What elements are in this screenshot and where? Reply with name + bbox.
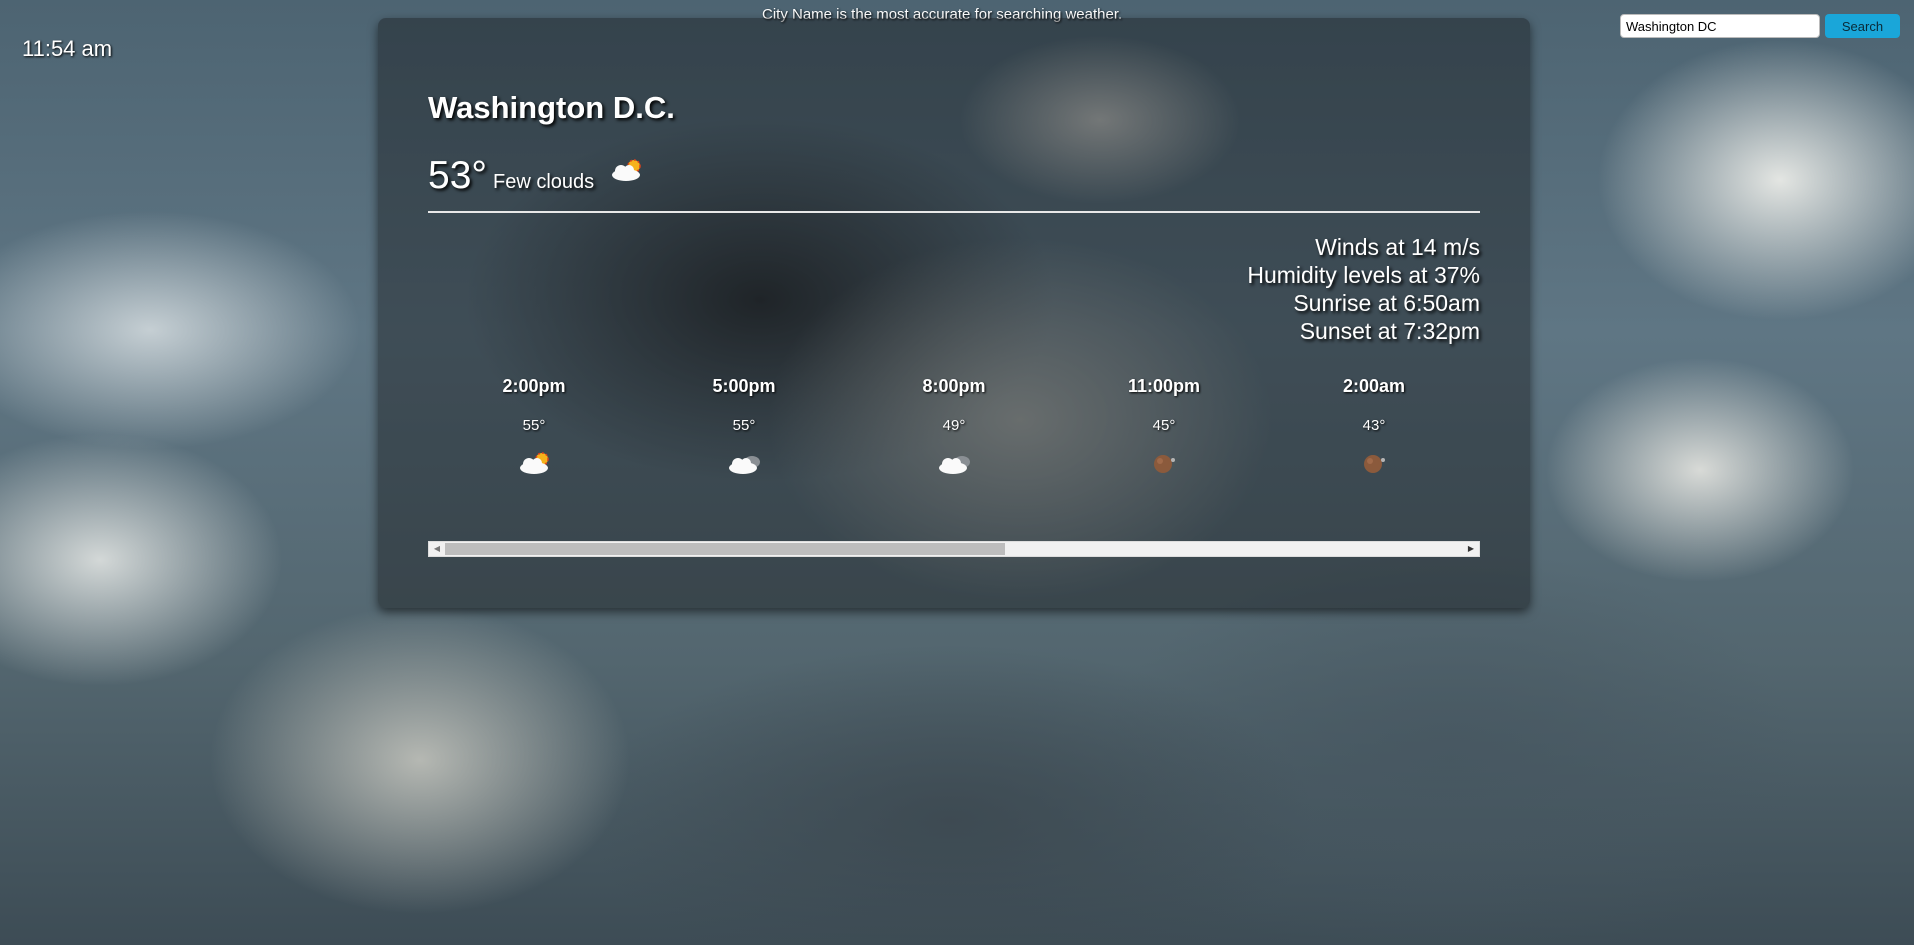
forecast-temp: 55°	[522, 417, 546, 434]
divider	[428, 211, 1480, 213]
weather-panel: Washington D.C. 53° Few clouds Winds at …	[378, 18, 1530, 608]
winds-text: Winds at 14 m/s	[1315, 234, 1480, 260]
forecast-item: 2:00am 43°	[1319, 376, 1429, 476]
scroll-right-arrow-icon[interactable]: ▶	[1463, 542, 1479, 556]
search-input[interactable]	[1620, 14, 1820, 38]
current-description: Few clouds	[492, 171, 595, 193]
current-conditions: 53° Few clouds	[428, 154, 646, 198]
forecast-item: 2:00pm 55°	[479, 376, 589, 476]
forecast-temp: 55°	[732, 417, 756, 434]
cloud-sun-icon	[606, 157, 646, 188]
moon-icon	[1109, 450, 1219, 476]
forecast-item: 8:00pm 49°	[899, 376, 1009, 476]
scroll-left-arrow-icon[interactable]: ◀	[429, 542, 445, 556]
weather-details: Winds at 14 m/s Humidity levels at 37% S…	[1247, 233, 1480, 345]
forecast-item: 5:00pm 55°	[689, 376, 799, 476]
search-button[interactable]: Search	[1825, 14, 1900, 38]
forecast-strip[interactable]: 2:00pm 55° 5:00pm 55° 8:00pm 49° 11:00pm…	[428, 376, 1480, 506]
forecast-time: 8:00pm	[922, 376, 986, 396]
current-temperature: 53°	[428, 154, 487, 197]
cloud-icon	[689, 450, 799, 476]
forecast-scrollbar[interactable]: ◀ ▶	[428, 541, 1480, 557]
forecast-temp: 43°	[1362, 417, 1386, 434]
humidity-text: Humidity levels at 37%	[1247, 262, 1480, 288]
cloud-icon	[899, 450, 1009, 476]
city-name: Washington D.C.	[428, 90, 675, 125]
forecast-item: 11:00pm 45°	[1109, 376, 1219, 476]
sunrise-text: Sunrise at 6:50am	[1293, 290, 1480, 316]
sunset-text: Sunset at 7:32pm	[1299, 318, 1480, 344]
search-bar: Search	[1620, 14, 1900, 38]
scrollbar-thumb[interactable]	[445, 543, 1005, 555]
forecast-temp: 49°	[942, 417, 966, 434]
forecast-temp: 45°	[1152, 417, 1176, 434]
forecast-time: 5:00pm	[712, 376, 776, 396]
forecast-time: 2:00am	[1342, 376, 1406, 396]
cloud-sun-icon	[479, 450, 589, 476]
clock: 11:54 am	[22, 36, 113, 61]
forecast-time: 2:00pm	[502, 376, 566, 396]
forecast-time: 11:00pm	[1127, 376, 1201, 396]
moon-icon	[1319, 450, 1429, 476]
